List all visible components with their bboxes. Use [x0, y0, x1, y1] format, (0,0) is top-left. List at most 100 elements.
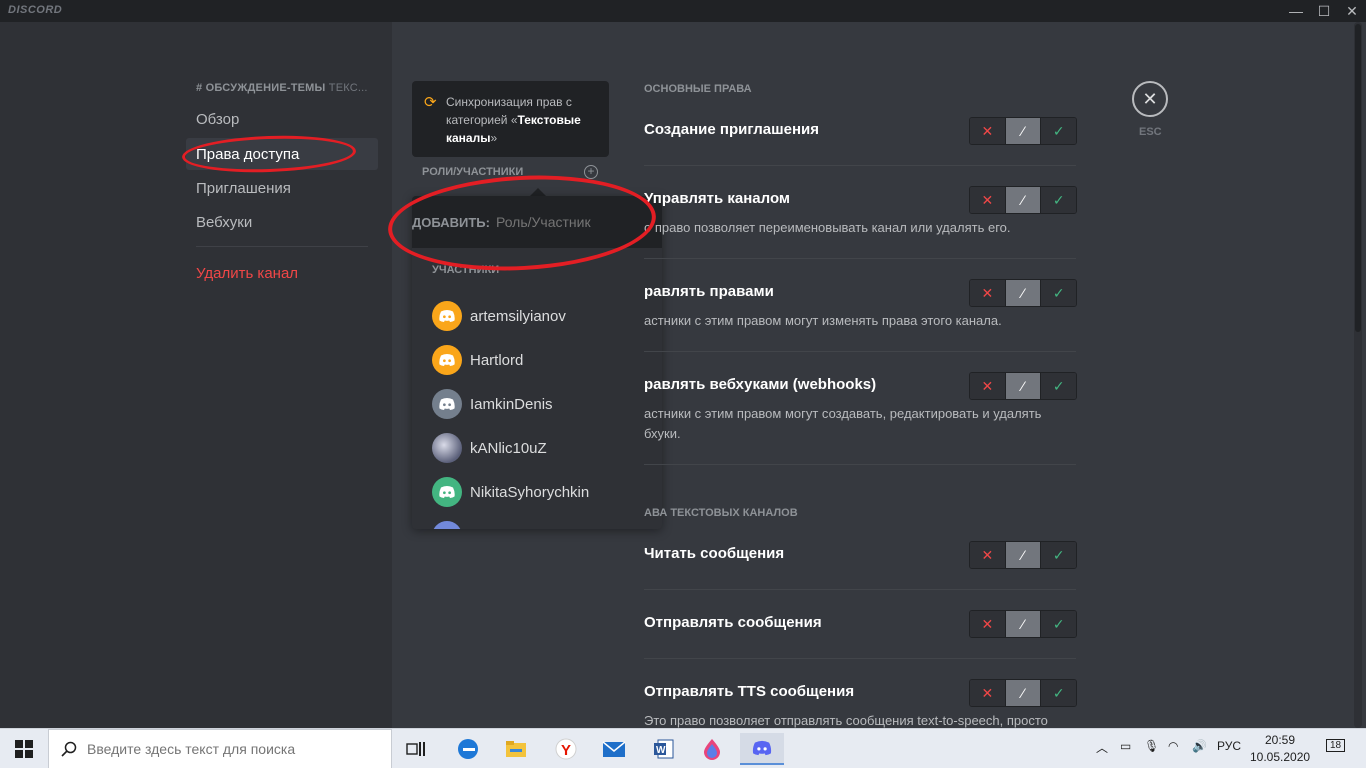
deny-button[interactable]: ✕ — [970, 611, 1005, 637]
avatar — [432, 301, 462, 331]
mail-icon[interactable] — [596, 733, 632, 765]
perm-title: Управлять каналом — [644, 190, 791, 207]
allow-button[interactable]: ✓ — [1041, 280, 1076, 306]
perm-toggle-send-tts: ✕ ⁄ ✓ — [969, 679, 1077, 707]
minimize-button[interactable]: — — [1282, 0, 1310, 22]
delete-channel-label: Удалить канал — [196, 264, 299, 282]
app-logo: DISCORD — [8, 4, 63, 16]
perm-toggle-manage-permissions: ✕ ⁄ ✓ — [969, 279, 1077, 307]
neutral-button[interactable]: ⁄ — [1004, 187, 1042, 213]
sidebar-item-overview[interactable]: Обзор — [186, 103, 378, 135]
section-general-permissions: ОСНОВНЫЕ ПРАВА — [644, 83, 752, 95]
close-settings-button[interactable]: ✕ — [1132, 81, 1168, 117]
svg-text:W: W — [656, 745, 666, 756]
member-item[interactable]: NikitaSyhorychkin — [432, 474, 652, 510]
windows-taskbar: Y W ︿ ▭ 🎙 ◠ 🔊 РУС 20:59 10.05.2020 18 — [0, 728, 1366, 768]
neutral-button[interactable]: ⁄ — [1004, 280, 1042, 306]
scrollbar-thumb[interactable] — [1355, 24, 1361, 332]
sidebar-item-invites[interactable]: Приглашения — [186, 172, 378, 204]
perm-divider — [644, 351, 1076, 352]
allow-button[interactable]: ✓ — [1041, 542, 1076, 568]
perm-toggle-send-messages: ✕ ⁄ ✓ — [969, 610, 1077, 638]
section-text-permissions: АВА ТЕКСТОВЫХ КАНАЛОВ — [644, 507, 798, 519]
taskbar-search-input[interactable] — [87, 741, 367, 757]
task-view-icon[interactable] — [398, 733, 434, 765]
close-icon: ✕ — [1142, 88, 1158, 109]
discord-taskbar-icon[interactable] — [740, 733, 784, 765]
yandex-browser-icon[interactable]: Y — [548, 733, 584, 765]
taskbar-clock[interactable]: 20:59 10.05.2020 — [1250, 732, 1310, 766]
allow-button[interactable]: ✓ — [1041, 187, 1076, 213]
perm-title: равлять вебхуками (webhooks) — [644, 376, 877, 393]
perm-toggle-manage-channel: ✕ ⁄ ✓ — [969, 186, 1077, 214]
deny-button[interactable]: ✕ — [970, 280, 1005, 306]
perm-divider — [644, 258, 1076, 259]
member-item[interactable]: kANlic10uZ — [432, 430, 652, 466]
esc-label: ESC — [1139, 126, 1162, 138]
language-indicator[interactable]: РУС — [1217, 739, 1241, 753]
member-item[interactable]: IamkinDenis — [432, 386, 652, 422]
tray-expand-icon[interactable]: ︿ — [1096, 739, 1108, 756]
add-role-icon[interactable]: + — [584, 165, 598, 179]
member-name: Hartlord — [470, 351, 524, 369]
perm-desc: астники с этим правом могут создавать, р… — [644, 406, 1042, 441]
svg-text:Y: Y — [561, 742, 571, 759]
wifi-icon[interactable]: ◠ — [1168, 739, 1178, 753]
start-button[interactable] — [0, 729, 48, 768]
perm-divider — [644, 589, 1076, 590]
battery-icon[interactable]: ▭ — [1120, 739, 1131, 753]
neutral-button[interactable]: ⁄ — [1004, 118, 1042, 144]
close-window-button[interactable]: ✕ — [1338, 0, 1366, 22]
deny-button[interactable]: ✕ — [970, 680, 1005, 706]
hash-icon: # — [196, 82, 203, 94]
channel-category: ТЕКС... — [328, 82, 368, 94]
popout-search-bar: ДОБАВИТЬ: — [412, 196, 662, 248]
allow-button[interactable]: ✓ — [1041, 611, 1076, 637]
member-item[interactable]: Hartlord — [432, 342, 652, 378]
notification-count: 18 — [1326, 739, 1346, 752]
add-label: ДОБАВИТЬ: — [412, 214, 490, 230]
members-section-label: УЧАСТНИКИ — [432, 264, 500, 276]
edge-browser-icon[interactable] — [450, 733, 486, 765]
avatar — [432, 477, 462, 507]
neutral-button[interactable]: ⁄ — [1004, 680, 1042, 706]
member-item-partial[interactable] — [432, 518, 652, 529]
perm-toggle-read-messages: ✕ ⁄ ✓ — [969, 541, 1077, 569]
allow-button[interactable]: ✓ — [1041, 118, 1076, 144]
role-member-search-input[interactable] — [495, 214, 656, 230]
perm-title: Читать сообщения — [644, 545, 785, 562]
member-item[interactable]: artemsilyianov — [432, 298, 652, 334]
perm-toggle-manage-webhooks: ✕ ⁄ ✓ — [969, 372, 1077, 400]
deny-button[interactable]: ✕ — [970, 187, 1005, 213]
neutral-button[interactable]: ⁄ — [1004, 373, 1042, 399]
member-name: NikitaSyhorychkin — [470, 483, 590, 501]
roles-members-label: РОЛИ/УЧАСТНИКИ — [422, 166, 524, 178]
allow-button[interactable]: ✓ — [1041, 680, 1076, 706]
deny-button[interactable]: ✕ — [970, 373, 1005, 399]
word-icon[interactable]: W — [646, 733, 682, 765]
microphone-icon[interactable]: 🎙 — [1144, 739, 1159, 753]
sync-icon: ⟳ — [424, 94, 437, 111]
volume-icon[interactable]: 🔊 — [1192, 739, 1207, 753]
sidebar-divider — [196, 246, 368, 247]
allow-button[interactable]: ✓ — [1041, 373, 1076, 399]
notifications-icon[interactable]: 18 — [1326, 737, 1346, 752]
app-drop-icon[interactable] — [694, 733, 730, 765]
sync-permissions-box[interactable]: ⟳ Синхронизация прав с категорией «Текст… — [412, 81, 609, 157]
avatar — [432, 389, 462, 419]
neutral-button[interactable]: ⁄ — [1004, 542, 1042, 568]
clock-date: 10.05.2020 — [1250, 750, 1311, 764]
search-icon — [61, 741, 77, 757]
deny-button[interactable]: ✕ — [970, 542, 1005, 568]
delete-channel-button[interactable]: Удалить канал — [186, 257, 378, 289]
perm-divider — [644, 658, 1076, 659]
sidebar-item-permissions[interactable]: Права доступа — [186, 138, 378, 170]
file-explorer-icon[interactable] — [498, 733, 534, 765]
neutral-button[interactable]: ⁄ — [1004, 611, 1042, 637]
perm-desc: астники с этим правом могут изменять пра… — [644, 313, 1002, 328]
perm-desc: о право позволяет переименовывать канал … — [644, 220, 1011, 235]
maximize-button[interactable]: ☐ — [1310, 0, 1338, 22]
deny-button[interactable]: ✕ — [970, 118, 1005, 144]
taskbar-search[interactable] — [48, 729, 392, 768]
sidebar-item-webhooks[interactable]: Вебхуки — [186, 206, 378, 238]
